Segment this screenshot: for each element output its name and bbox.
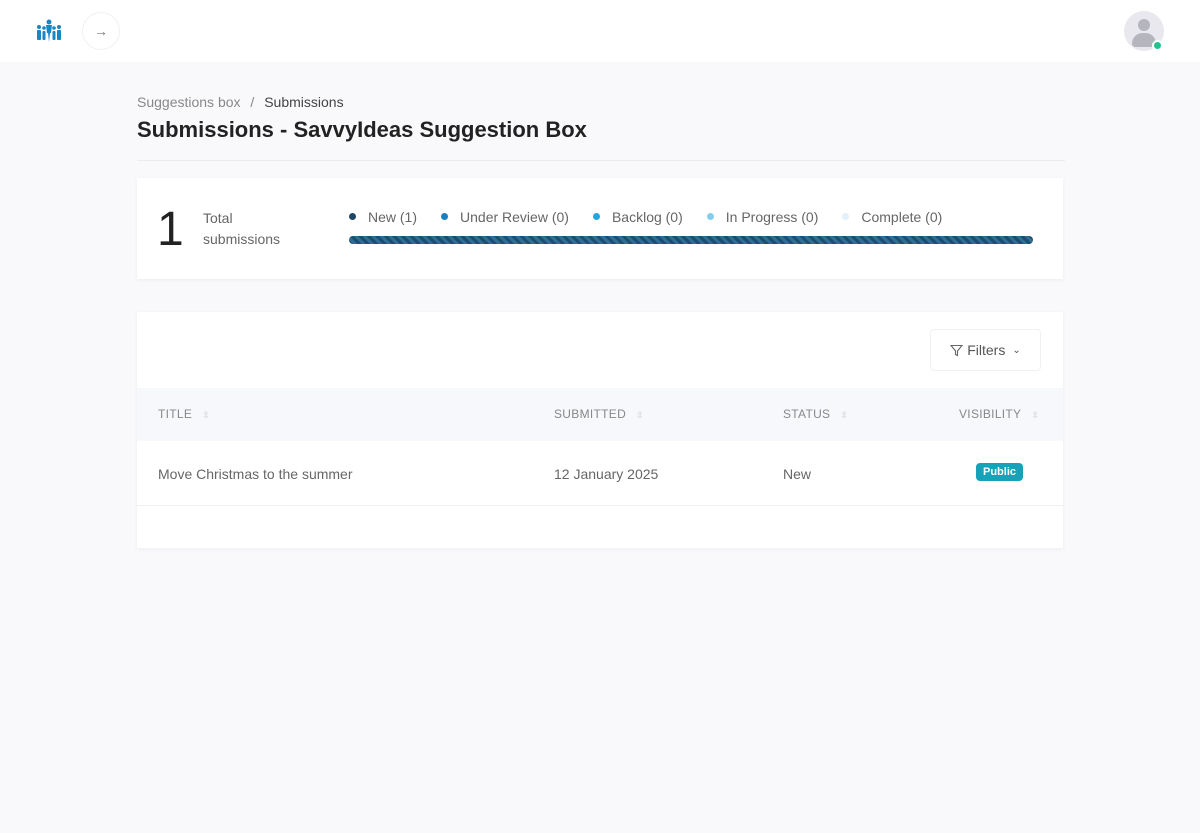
submission-date: 12 January 2025 <box>554 466 659 482</box>
legend-in-progress: In Progress (0) <box>706 209 819 225</box>
table-header: TITLE ⇳ SUBMITTED ⇳ STATUS ⇳ VISIBILITY ⇳ <box>137 388 1063 441</box>
submissions-table-card: Filters ⌄ TITLE ⇳ SUBMITTED ⇳ STATUS ⇳ VISI… <box>137 312 1063 548</box>
filters-label: Filters <box>967 342 1006 358</box>
table-row[interactable]: Move Christmas to the summer 12 January … <box>137 441 1063 506</box>
sort-icon[interactable]: ⇳ <box>840 410 848 420</box>
expand-sidebar-button[interactable]: → <box>82 12 120 50</box>
filters-button[interactable]: Filters ⌄ <box>930 329 1041 371</box>
breadcrumb: Suggestions box / Submissions <box>137 94 344 110</box>
total-label: Total submissions <box>203 210 281 247</box>
submission-title[interactable]: Move Christmas to the summer <box>158 466 353 482</box>
chevron-down-icon: ⌄ <box>1012 344 1021 356</box>
breadcrumb-separator: / <box>250 94 255 110</box>
sort-icon[interactable]: ⇳ <box>636 410 644 420</box>
legend-label: Complete (0) <box>861 209 943 225</box>
legend-under-review: Under Review (0) <box>441 209 569 225</box>
visibility-badge: Public <box>976 463 1024 481</box>
column-label: STATUS <box>783 407 831 421</box>
status-legend: New (1) Under Review (0) Backlog (0) In … <box>349 209 942 225</box>
sort-icon[interactable]: ⇳ <box>1031 410 1039 420</box>
status-progress-bar <box>349 236 1033 244</box>
legend-backlog: Backlog (0) <box>592 209 683 225</box>
online-status-dot <box>1152 40 1163 51</box>
column-label: SUBMITTED <box>554 407 627 421</box>
filter-icon <box>950 344 964 356</box>
breadcrumb-current: Submissions <box>264 94 344 110</box>
column-submitted[interactable]: SUBMITTED ⇳ <box>554 407 644 421</box>
legend-label: Backlog (0) <box>611 209 683 225</box>
logo-icon[interactable] <box>34 16 64 44</box>
dot-icon <box>706 213 714 220</box>
column-label: TITLE <box>158 407 193 421</box>
submission-status: New <box>783 466 812 482</box>
column-status[interactable]: STATUS ⇳ <box>783 407 848 421</box>
legend-complete: Complete (0) <box>842 209 942 225</box>
divider <box>137 160 1065 161</box>
legend-label: Under Review (0) <box>460 209 569 225</box>
summary-card: 1 Total submissions New (1) Under Review… <box>137 178 1063 279</box>
arrow-right-bar-icon: → <box>94 23 108 39</box>
column-title[interactable]: TITLE ⇳ <box>158 407 210 421</box>
dot-icon <box>349 213 356 220</box>
total-count: 1 <box>157 203 184 256</box>
sort-icon[interactable]: ⇳ <box>202 410 210 420</box>
column-label: VISIBILITY <box>959 407 1022 421</box>
breadcrumb-parent-link[interactable]: Suggestions box <box>137 94 241 110</box>
top-bar: → <box>0 0 1200 62</box>
legend-label: In Progress (0) <box>725 209 819 225</box>
legend-new: New (1) <box>349 209 417 225</box>
legend-label: New (1) <box>368 209 418 225</box>
page-title: Submissions - SavvyIdeas Suggestion Box <box>137 117 587 142</box>
dot-icon <box>441 213 449 220</box>
dot-icon <box>842 213 850 220</box>
dot-icon <box>592 213 600 220</box>
column-visibility[interactable]: VISIBILITY ⇳ <box>959 407 1039 421</box>
